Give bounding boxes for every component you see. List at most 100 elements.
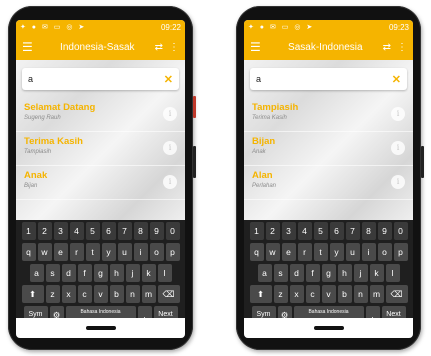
key[interactable]: 3 <box>281 222 296 240</box>
key[interactable]: j <box>353 264 368 282</box>
key[interactable]: d <box>289 264 304 282</box>
key[interactable]: c <box>305 285 320 303</box>
swap-icon[interactable]: ⇄ <box>383 42 391 53</box>
key[interactable]: v <box>93 285 108 303</box>
key[interactable]: n <box>353 285 368 303</box>
key[interactable]: t <box>313 243 328 261</box>
info-icon[interactable]: i <box>163 175 177 189</box>
key[interactable]: 0 <box>165 222 180 240</box>
key[interactable]: 6 <box>101 222 116 240</box>
key[interactable]: r <box>297 243 312 261</box>
key[interactable]: b <box>109 285 124 303</box>
key[interactable]: 9 <box>149 222 164 240</box>
key[interactable]: 7 <box>117 222 132 240</box>
shift-icon[interactable]: ⬆ <box>249 285 272 303</box>
key[interactable]: e <box>53 243 68 261</box>
key[interactable]: q <box>249 243 264 261</box>
key[interactable]: d <box>61 264 76 282</box>
key[interactable]: a <box>29 264 44 282</box>
key[interactable]: j <box>125 264 140 282</box>
key[interactable]: b <box>337 285 352 303</box>
close-icon[interactable]: ✕ <box>392 73 401 86</box>
list-item[interactable]: Bijan Anak i <box>244 132 413 166</box>
key[interactable]: p <box>165 243 180 261</box>
key[interactable]: 5 <box>85 222 100 240</box>
list-item[interactable]: Selamat Datang Sugeng Rauh i <box>16 98 185 132</box>
key[interactable]: s <box>273 264 288 282</box>
key[interactable]: p <box>393 243 408 261</box>
list-item[interactable]: Alan Perlahan i <box>244 166 413 200</box>
key[interactable]: 2 <box>37 222 52 240</box>
hamburger-icon[interactable]: ☰ <box>250 40 268 54</box>
key[interactable]: 0 <box>393 222 408 240</box>
key[interactable]: i <box>361 243 376 261</box>
key[interactable]: w <box>37 243 52 261</box>
close-icon[interactable]: ✕ <box>164 73 173 86</box>
key[interactable]: h <box>109 264 124 282</box>
key[interactable]: f <box>305 264 320 282</box>
more-options-icon[interactable]: ⋮ <box>169 42 179 53</box>
shift-icon[interactable]: ⬆ <box>21 285 44 303</box>
key[interactable]: h <box>337 264 352 282</box>
backspace-icon[interactable]: ⌫ <box>157 285 180 303</box>
key[interactable]: w <box>265 243 280 261</box>
key[interactable]: 8 <box>133 222 148 240</box>
search-text[interactable]: a <box>256 74 392 84</box>
key[interactable]: o <box>149 243 164 261</box>
list-item[interactable]: Terima Kasih Tampiasih i <box>16 132 185 166</box>
key[interactable]: r <box>69 243 84 261</box>
key[interactable]: g <box>93 264 108 282</box>
key[interactable]: k <box>141 264 156 282</box>
search-input[interactable]: a ✕ <box>22 68 179 90</box>
key[interactable]: 1 <box>249 222 264 240</box>
key[interactable]: 4 <box>69 222 84 240</box>
key[interactable]: l <box>157 264 172 282</box>
key[interactable]: m <box>141 285 156 303</box>
key[interactable]: i <box>133 243 148 261</box>
key[interactable]: u <box>345 243 360 261</box>
key[interactable]: m <box>369 285 384 303</box>
key[interactable]: x <box>289 285 304 303</box>
key[interactable]: 5 <box>313 222 328 240</box>
key[interactable]: q <box>21 243 36 261</box>
swap-icon[interactable]: ⇄ <box>155 42 163 53</box>
key[interactable]: s <box>45 264 60 282</box>
backspace-icon[interactable]: ⌫ <box>385 285 408 303</box>
info-icon[interactable]: i <box>391 175 405 189</box>
key[interactable]: 9 <box>377 222 392 240</box>
key[interactable]: z <box>273 285 288 303</box>
key[interactable]: u <box>117 243 132 261</box>
key[interactable]: 7 <box>345 222 360 240</box>
key[interactable]: l <box>385 264 400 282</box>
list-item[interactable]: Tampiasih Terima Kasih i <box>244 98 413 132</box>
home-indicator[interactable] <box>85 326 116 330</box>
more-options-icon[interactable]: ⋮ <box>397 42 407 53</box>
key[interactable]: k <box>369 264 384 282</box>
home-indicator[interactable] <box>313 326 344 330</box>
key[interactable]: 3 <box>53 222 68 240</box>
key[interactable]: e <box>281 243 296 261</box>
key[interactable]: o <box>377 243 392 261</box>
key[interactable]: f <box>77 264 92 282</box>
search-input[interactable]: a ✕ <box>250 68 407 90</box>
key[interactable]: 2 <box>265 222 280 240</box>
key[interactable]: 6 <box>329 222 344 240</box>
key[interactable]: n <box>125 285 140 303</box>
info-icon[interactable]: i <box>391 141 405 155</box>
key[interactable]: y <box>329 243 344 261</box>
info-icon[interactable]: i <box>163 107 177 121</box>
info-icon[interactable]: i <box>391 107 405 121</box>
key[interactable]: z <box>45 285 60 303</box>
key[interactable]: g <box>321 264 336 282</box>
key[interactable]: 1 <box>21 222 36 240</box>
key[interactable]: 4 <box>297 222 312 240</box>
key[interactable]: v <box>321 285 336 303</box>
key[interactable]: 8 <box>361 222 376 240</box>
key[interactable]: c <box>77 285 92 303</box>
search-text[interactable]: a <box>28 74 164 84</box>
key[interactable]: x <box>61 285 76 303</box>
list-item[interactable]: Anak Bijan i <box>16 166 185 200</box>
hamburger-icon[interactable]: ☰ <box>22 40 40 54</box>
key[interactable]: a <box>257 264 272 282</box>
key[interactable]: t <box>85 243 100 261</box>
